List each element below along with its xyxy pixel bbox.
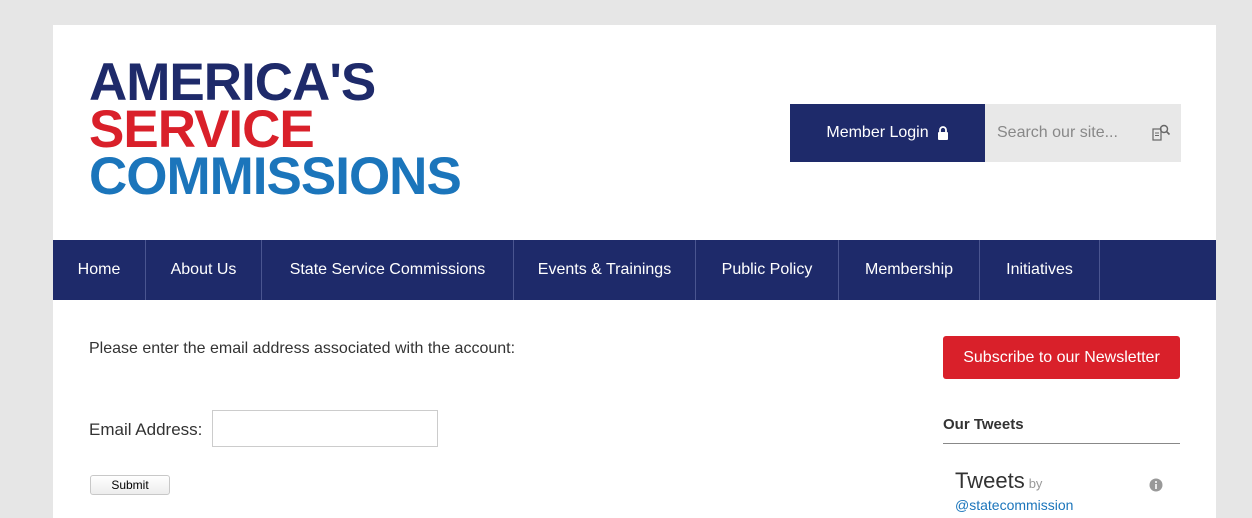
email-address-label: Email Address: [89,420,203,439]
nav-item-initiatives[interactable]: Initiatives [980,240,1100,300]
main-nav: Home About Us State Service Commissions … [53,240,1216,300]
email-prompt-text: Please enter the email address associate… [89,340,516,357]
search-icon[interactable] [1151,123,1171,143]
logo-line-2: SERVICE [89,100,315,159]
tweets-title-text: Tweets [955,468,1025,493]
our-tweets-heading: Our Tweets [943,416,1024,433]
twitter-handle-link[interactable]: @statecommission [955,497,1073,513]
lock-icon [937,126,948,140]
nav-item-home[interactable]: Home [53,240,146,300]
search-box [985,104,1181,162]
nav-item-membership[interactable]: Membership [839,240,980,300]
email-address-input[interactable] [212,410,438,447]
subscribe-newsletter-button[interactable]: Subscribe to our Newsletter [943,336,1180,379]
nav-item-state-service-commissions[interactable]: State Service Commissions [262,240,514,300]
member-login-label: Member Login [826,124,929,141]
tweets-by-text: by [1028,476,1043,491]
tweets-divider [943,443,1180,444]
nav-item-about-us[interactable]: About Us [146,240,262,300]
nav-item-public-policy[interactable]: Public Policy [696,240,839,300]
logo-line-3: COMMISSIONS [89,147,462,206]
page-container: AMERICA'S SERVICE COMMISSIONS Member Log… [53,25,1216,518]
member-login-button[interactable]: Member Login [790,104,985,162]
site-logo[interactable]: AMERICA'S SERVICE COMMISSIONS [89,53,462,206]
search-input[interactable] [997,124,1147,142]
submit-button[interactable]: Submit [90,475,170,495]
logo-line-1: AMERICA'S [89,53,376,112]
nav-item-events-trainings[interactable]: Events & Trainings [514,240,696,300]
tweets-widget-title: Tweets by [955,468,1042,494]
info-icon[interactable] [1149,478,1163,492]
